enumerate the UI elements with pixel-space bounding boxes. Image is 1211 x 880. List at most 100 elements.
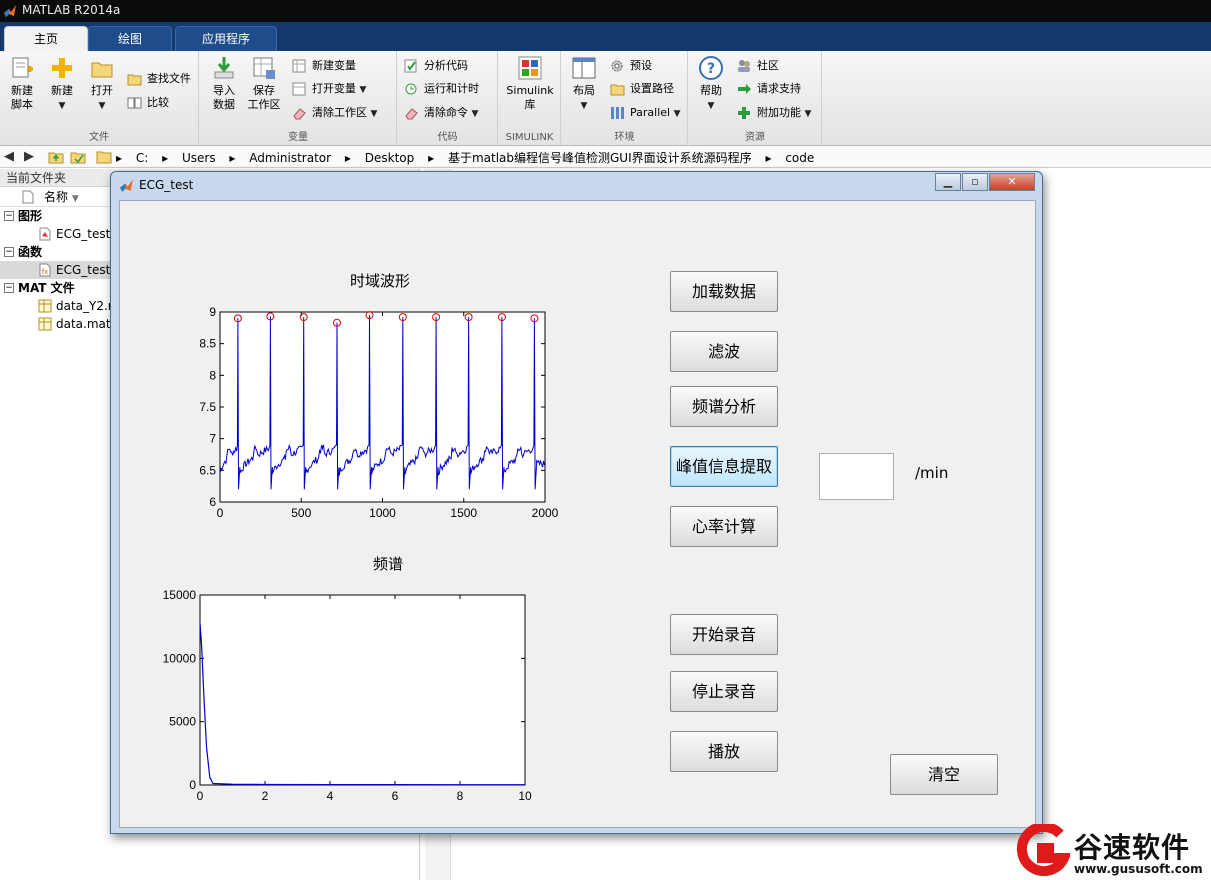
parallel-button[interactable]: Parallel ▼: [608, 103, 681, 123]
x-tick-label: 1500: [450, 506, 477, 520]
save-workspace-button[interactable]: 保存 工作区: [242, 55, 286, 112]
set-path-button[interactable]: 设置路径: [608, 79, 674, 99]
browse-folder-icon[interactable]: [70, 149, 86, 165]
tab-plots[interactable]: 绘图: [88, 26, 172, 51]
breadcrumb-separator-icon: ▸: [428, 151, 435, 165]
compare-button[interactable]: 比较: [125, 93, 169, 113]
parallel-label: Parallel: [630, 106, 671, 119]
breadcrumb-item[interactable]: Administrator: [249, 151, 331, 165]
y-tick-label: 9: [209, 306, 216, 319]
file-name: data.mat: [56, 317, 111, 331]
chevron-down-icon: ▼: [707, 101, 715, 111]
x-tick-label: 2000: [532, 506, 559, 520]
breadcrumb-item[interactable]: 基于matlab编程信号峰值检测GUI界面设计系统源码程序: [448, 151, 752, 165]
heart-rate-button[interactable]: 心率计算: [670, 506, 778, 547]
new-script-label: 新建 脚本: [11, 84, 33, 111]
ribbon-group-resources: ? 帮助 ▼ 社区 请求支持 附加功能 ▼ 资源: [689, 51, 822, 145]
simulink-library-label: Simulink 库: [506, 84, 554, 111]
tab-home[interactable]: 主页: [4, 26, 88, 51]
spectrum-axes[interactable]: 0 2 4 6 8 10 0 5000 10000 15000: [160, 589, 570, 814]
run-and-time-button[interactable]: 运行和计时: [402, 79, 479, 99]
time-domain-axes[interactable]: 0 500 1000 1500 2000 6 6.5 7 7.5 8 8.5 9: [180, 306, 570, 531]
new-button[interactable]: 新建 ▼: [40, 55, 84, 113]
back-arrow-icon[interactable]: ◀: [4, 149, 14, 165]
heart-rate-unit-label: /min: [915, 464, 949, 482]
analyze-code-icon: [404, 59, 417, 73]
breadcrumb-item[interactable]: Desktop: [365, 151, 415, 165]
play-button[interactable]: 播放: [670, 731, 778, 772]
x-tick-label: 8: [457, 789, 464, 803]
mat-file-icon: [38, 299, 52, 313]
watermark-text: 谷速软件: [1074, 831, 1191, 864]
clear-commands-button[interactable]: 清除命令 ▼: [402, 103, 478, 123]
file-name: data_Y2.r: [56, 299, 113, 313]
fig-file-icon: [39, 227, 51, 241]
collapse-icon[interactable]: −: [4, 211, 14, 221]
request-support-button[interactable]: 请求支持: [735, 79, 801, 99]
layout-label: 布局: [573, 84, 595, 97]
layout-button[interactable]: 布局 ▼: [562, 55, 606, 113]
set-path-label: 设置路径: [630, 82, 674, 95]
open-button[interactable]: 打开 ▼: [80, 55, 124, 113]
load-data-button[interactable]: 加载数据: [670, 271, 778, 312]
clear-button[interactable]: 清空: [890, 754, 998, 795]
analyze-code-button[interactable]: 分析代码: [402, 56, 468, 76]
simulink-library-button[interactable]: Simulink 库: [504, 55, 556, 112]
close-button[interactable]: ✕: [989, 173, 1035, 191]
new-script-button[interactable]: 新建 脚本: [0, 55, 44, 112]
x-tick-label: 6: [392, 789, 399, 803]
help-button[interactable]: ? 帮助 ▼: [689, 55, 733, 113]
chevron-down-icon: ▼: [804, 109, 812, 119]
figure-window: ECG_test ▁ ▫ ✕ 时域波形 0 500 1000 1500 2000 6 6.5…: [110, 171, 1043, 834]
stop-recording-button[interactable]: 停止录音: [670, 671, 778, 712]
compare-label: 比较: [147, 96, 169, 109]
up-folder-icon[interactable]: [48, 149, 64, 165]
tab-apps[interactable]: 应用程序: [175, 26, 277, 51]
open-variable-button[interactable]: 打开变量 ▼: [290, 79, 366, 99]
import-data-button[interactable]: 导入 数据: [202, 55, 246, 112]
y-tick-label: 15000: [163, 589, 197, 602]
breadcrumb-item[interactable]: code: [785, 151, 814, 165]
spectrum-analysis-button[interactable]: 频谱分析: [670, 386, 778, 427]
preferences-label: 预设: [630, 59, 652, 72]
svg-text:?: ?: [707, 61, 715, 77]
clear-workspace-button[interactable]: 清除工作区 ▼: [290, 103, 377, 123]
chevron-down-icon: ▼: [580, 101, 588, 111]
preferences-button[interactable]: 预设: [608, 56, 652, 76]
community-button[interactable]: 社区: [735, 56, 779, 76]
clear-workspace-label: 清除工作区: [312, 106, 367, 119]
heart-rate-field[interactable]: [819, 453, 894, 500]
plus-icon: [52, 58, 72, 78]
parallel-icon: [611, 107, 624, 119]
breadcrumb-item[interactable]: Users: [182, 151, 216, 165]
collapse-icon[interactable]: −: [4, 247, 14, 257]
add-ons-button[interactable]: 附加功能 ▼: [735, 103, 811, 123]
breadcrumb-separator-icon: ▸: [765, 151, 772, 165]
find-files-button[interactable]: 查找文件: [125, 69, 191, 89]
start-recording-button[interactable]: 开始录音: [670, 614, 778, 655]
collapse-icon[interactable]: −: [4, 283, 14, 293]
name-column-label: 名称: [44, 190, 69, 204]
breadcrumb-item[interactable]: C:: [136, 151, 148, 165]
spectrum-axes-title: 频谱: [372, 555, 403, 573]
filter-button[interactable]: 滤波: [670, 331, 778, 372]
y-tick-label: 6: [209, 495, 216, 509]
group-label-code: 代码: [437, 132, 458, 143]
eraser-icon: [405, 108, 418, 120]
watermark: 谷速软件 www.gususoft.com: [1010, 822, 1211, 880]
chevron-down-icon: ▼: [98, 101, 106, 111]
peak-extract-button[interactable]: 峰值信息提取: [670, 446, 778, 487]
open-label: 打开: [91, 84, 113, 97]
x-tick-label: 2: [262, 789, 269, 803]
set-path-icon: [610, 84, 625, 96]
ribbon-group-environment: 布局 ▼ 预设 设置路径 Parallel ▼ 环境: [562, 51, 688, 145]
forward-arrow-icon[interactable]: ▶: [24, 149, 34, 165]
minimize-button[interactable]: ▁: [935, 173, 961, 191]
gusu-logo-icon: [1016, 824, 1070, 876]
run-and-time-icon: [405, 83, 417, 95]
maximize-button[interactable]: ▫: [962, 173, 988, 191]
new-variable-button[interactable]: 新建变量: [290, 56, 356, 76]
matlab-logo-icon: [4, 5, 16, 17]
figure-title: ECG_test: [139, 178, 194, 192]
y-tick-label: 8.5: [199, 337, 216, 351]
